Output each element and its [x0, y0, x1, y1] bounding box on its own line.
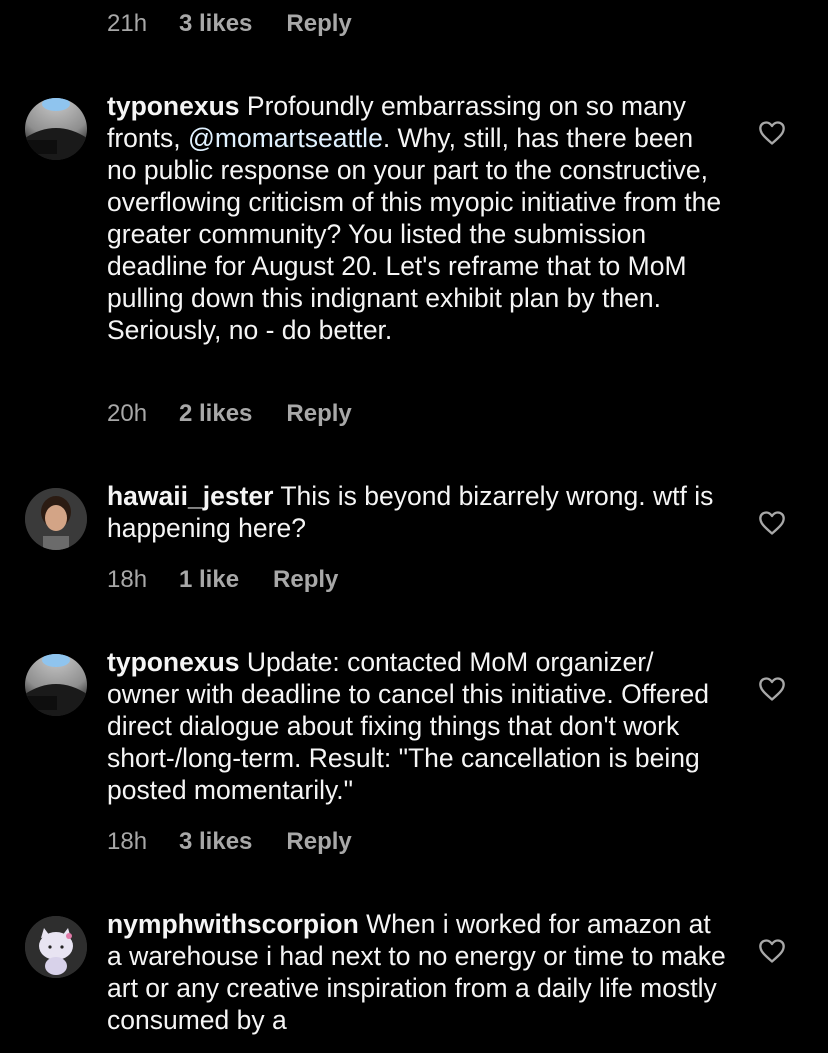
comment-time: 18h	[107, 828, 148, 855]
comment-body-continued: . Why, still, has there been no public r…	[107, 123, 722, 345]
comment-likes[interactable]: 2 likes	[179, 400, 252, 428]
avatar[interactable]	[25, 654, 87, 716]
comment-likes[interactable]: 3 likes	[179, 828, 252, 856]
comment-meta: 18h 1 like Reply	[107, 566, 338, 594]
comment-text: nymphwithscorpion When i worked for amaz…	[107, 908, 727, 1036]
heart-outline-icon[interactable]	[758, 676, 786, 702]
comment-username[interactable]: hawaii_jester	[107, 481, 273, 511]
previous-comment-meta: 21h 3 likes Reply	[107, 10, 352, 38]
comment-likes[interactable]: 3 likes	[179, 10, 252, 38]
heart-outline-icon[interactable]	[758, 510, 786, 536]
avatar[interactable]	[25, 488, 87, 550]
comment-username[interactable]: typonexus	[107, 91, 240, 121]
comment-text: typonexus Update: contacted MoM organize…	[107, 646, 727, 806]
avatar[interactable]	[25, 916, 87, 978]
comment-likes[interactable]: 1 like	[179, 566, 239, 594]
hello-kitty-avatar-icon	[25, 916, 87, 978]
comment-username[interactable]: typonexus	[107, 647, 240, 677]
concrete-dome-avatar-icon	[25, 98, 87, 160]
avatar[interactable]	[25, 98, 87, 160]
comment-text: hawaii_jester This is beyond bizarrely w…	[107, 480, 727, 544]
mention-link[interactable]: @momartseattle	[188, 123, 383, 153]
heart-outline-icon[interactable]	[758, 120, 786, 146]
comment-meta: 20h 2 likes Reply	[107, 400, 352, 428]
comment-meta: 18h 3 likes Reply	[107, 828, 352, 856]
comment-text: typonexus Profoundly embarrassing on so …	[107, 90, 727, 346]
person-portrait-avatar-icon	[25, 488, 87, 550]
comment-time: 18h	[107, 566, 148, 593]
heart-outline-icon[interactable]	[758, 938, 786, 964]
reply-button[interactable]: Reply	[273, 566, 338, 594]
concrete-dome-avatar-icon	[25, 654, 87, 716]
reply-button[interactable]: Reply	[286, 10, 351, 38]
comment-username[interactable]: nymphwithscorpion	[107, 909, 359, 939]
comment-time: 21h	[107, 10, 148, 37]
reply-button[interactable]: Reply	[286, 400, 351, 428]
reply-button[interactable]: Reply	[286, 828, 351, 856]
comments-screen: 21h 3 likes Reply typonexus Profoundly e…	[0, 0, 828, 1053]
comment-time: 20h	[107, 400, 148, 427]
